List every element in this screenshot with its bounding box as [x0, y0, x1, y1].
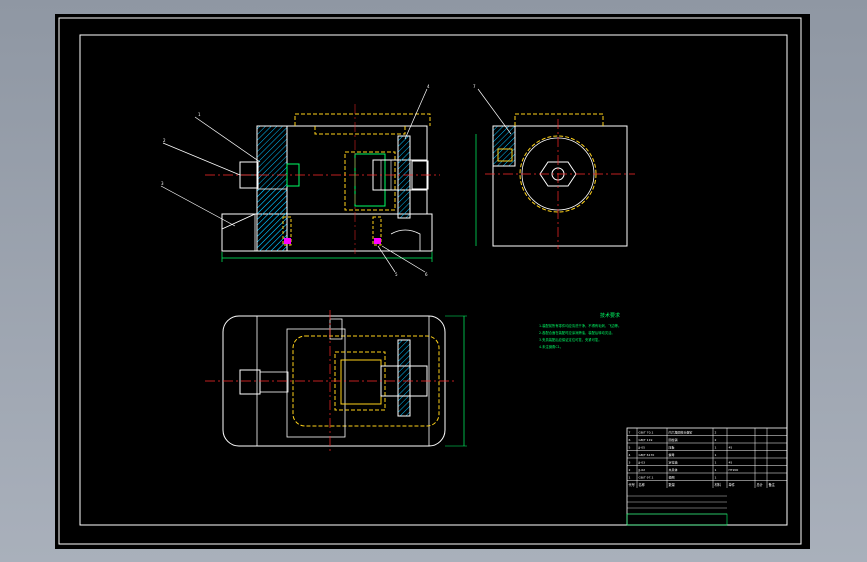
top-bolt-shank: [259, 371, 289, 393]
leader-line: [160, 185, 236, 227]
parts-list-header: 总计: [757, 482, 764, 487]
pin-marker: [284, 238, 291, 244]
cad-drawing-sheet: 1 2 3 4 5 6 7 技术要求 1.装配前所有零件均应清洗干净，不得有毛刺…: [58, 17, 802, 545]
hidden-slot: [314, 126, 406, 135]
hidden-shaft: [334, 351, 386, 411]
title-block[interactable]: 7 GB/T 70.1 内六角圆柱头螺钉 2 6 GB/T 119 圆柱销 2 5 JJ-05 压板…: [626, 427, 788, 526]
parts-list-cell: JJ-03: [638, 461, 646, 465]
parts-list-cell: GB/T 97.1: [639, 476, 654, 480]
parts-list-cell: 2: [715, 438, 717, 442]
side-view[interactable]: 7: [473, 84, 635, 249]
balloon-label: 5: [395, 272, 398, 277]
technical-notes: 技术要求 1.装配前所有零件均应清洗干净，不得有毛刺、飞边等。 2.各配合面在装…: [539, 312, 621, 349]
notes-title: 技术要求: [600, 312, 620, 319]
parts-list-cell: 1: [629, 476, 631, 480]
balloon-label: 6: [425, 272, 428, 277]
parts-list-cell: 1: [715, 468, 717, 472]
parts-list-cell: 螺母: [669, 452, 675, 457]
notes-line: 3.夹具装配后应保证定位可靠，夹紧可靠。: [539, 337, 602, 342]
parts-list-header: 数量: [669, 482, 676, 487]
top-wall: [286, 328, 346, 438]
parts-list-cell: 3: [629, 461, 631, 465]
pin-marker: [374, 238, 381, 244]
leader-line: [162, 142, 241, 176]
leader-line: [381, 245, 426, 273]
hidden-top-edge: [294, 113, 431, 126]
parts-list-header: 单件: [729, 482, 736, 487]
parts-list-cell: 1: [715, 446, 717, 450]
balloon-label: 3: [161, 181, 164, 186]
parts-list-cell: 2: [629, 468, 631, 472]
parts-list-cell: 45: [729, 446, 733, 450]
base-cutout: [390, 229, 421, 251]
notes-line: 1.装配前所有零件均应清洗干净，不得有毛刺、飞边等。: [539, 323, 621, 328]
balloon-label: 4: [427, 84, 430, 89]
top-pressure-plate: [397, 339, 411, 417]
parts-list-header: 备注: [769, 482, 776, 487]
parts-list-cell: 2: [715, 431, 717, 435]
notes-line: 4.未注倒角C1。: [539, 344, 563, 349]
parts-list-cell: 定位轴: [669, 460, 678, 465]
base-block: [221, 213, 433, 252]
parts-list-cell: 4: [629, 453, 631, 457]
parts-list-cell: GB/T 6170: [639, 453, 655, 457]
parts-list-cell: GB/T 70.1: [639, 431, 654, 435]
parts-list-cell: JJ-05: [638, 446, 646, 450]
cad-viewport[interactable]: 1 2 3 4 5 6 7 技术要求 1.装配前所有零件均应清洗干净，不得有毛刺…: [55, 14, 810, 549]
balloon-label: 7: [473, 84, 476, 89]
top-shaft: [340, 359, 382, 405]
front-view[interactable]: 1 2 3 4 5 6: [160, 84, 440, 277]
parts-list-header: 名称: [639, 482, 646, 487]
parts-list-cell: 夹具体: [669, 467, 678, 472]
balloon-label: 1: [198, 112, 201, 117]
pressure-plate: [397, 135, 411, 219]
hidden-top-edge: [514, 113, 604, 126]
locating-shaft: [354, 153, 386, 207]
parts-list-cell: JJ-02: [638, 468, 646, 472]
parts-list-cell: 5: [629, 446, 631, 450]
parts-list-header: 材料: [715, 482, 722, 487]
outer-frame: [58, 17, 802, 545]
parts-list-cell: 6: [629, 438, 631, 442]
parts-list-cell: 1: [715, 461, 717, 465]
parts-list-cell: 1: [715, 453, 717, 457]
parts-list-cell: 内六角圆柱头螺钉: [669, 430, 693, 435]
top-view[interactable]: [205, 310, 467, 452]
leader-line: [377, 245, 396, 273]
parts-list-cell: 1: [715, 476, 717, 480]
parts-list-cell: 45: [729, 461, 733, 465]
parts-list-cell: GB/T 119: [639, 438, 653, 442]
parts-list-cell: 7: [629, 431, 631, 435]
leader-line: [194, 116, 261, 163]
parts-list-cell: HT200: [729, 468, 739, 472]
parts-list-cell: 压板: [669, 445, 675, 450]
base-chamfer: [221, 213, 256, 251]
parts-list-cell: 圆柱销: [669, 437, 678, 442]
title-block-signature-area: [626, 513, 728, 526]
notes-line: 2.各配合面在装配时应涂润滑油，装配后转动灵活。: [539, 330, 615, 335]
parts-list-cell: 垫圈: [669, 475, 675, 480]
balloon-label: 2: [163, 138, 166, 143]
parts-list-header: 代号: [629, 482, 635, 487]
inner-frame: [79, 34, 788, 526]
hidden-cylinder: [344, 151, 396, 211]
